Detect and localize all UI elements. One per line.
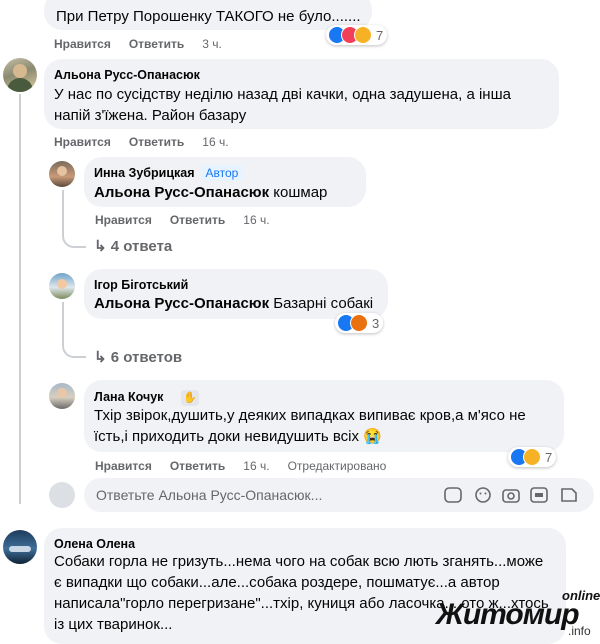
haha-icon — [354, 26, 372, 44]
avatar[interactable] — [49, 161, 75, 187]
view-replies-label: 4 ответа — [110, 238, 173, 255]
reply-button[interactable]: Ответить — [170, 213, 225, 227]
like-button[interactable]: Нравится — [54, 37, 111, 51]
avatar[interactable] — [3, 58, 37, 92]
comment-text: У нас по сусідству неділю назад дві качк… — [54, 86, 511, 124]
view-replies-link[interactable]: ↳ 6 ответов — [94, 348, 182, 366]
logo-suffix: .info — [568, 624, 591, 638]
comment-author[interactable]: Альона Русс-Опанасюк — [54, 68, 200, 82]
reaction-summary[interactable]: 7 — [326, 25, 388, 45]
wave-icon: ✋ — [180, 390, 199, 406]
gif-icon[interactable] — [530, 487, 548, 503]
reaction-count: 7 — [545, 449, 553, 465]
view-replies-link[interactable]: ↳ 4 ответа — [94, 237, 172, 255]
comment-actions: Нравится Ответить 3 ч. — [54, 37, 240, 51]
reply-button[interactable]: Ответить — [129, 37, 184, 51]
like-button[interactable]: Нравится — [54, 135, 111, 149]
comment-author[interactable]: Олена Олена — [54, 537, 135, 551]
comment-time[interactable]: 16 ч. — [202, 135, 228, 149]
reply-bubble: Инна Зубрицкая Автор Альона Русс-Опанасюк… — [84, 157, 366, 207]
reply-author: Лана Кочук ✋ — [94, 390, 199, 406]
thread-line — [19, 94, 21, 504]
reaction-count: 7 — [376, 27, 384, 43]
thread-line — [62, 302, 64, 340]
reply-actions: Нравится Ответить 16 ч. Отредактировано — [95, 459, 404, 473]
avatar[interactable] — [49, 273, 75, 299]
author-badge: Автор — [200, 165, 244, 181]
reply-text: Альона Русс-Опанасюк кошмар — [94, 182, 327, 203]
reply-bubble: Лана Кочук ✋ Тхір звірок,душить,у деяких… — [84, 380, 564, 452]
comment-bubble: Альона Русс-Опанасюк У нас по сусідству … — [44, 59, 559, 129]
thread-line — [62, 190, 64, 230]
reply-body: кошмар — [273, 184, 328, 201]
reaction-summary[interactable]: 7 — [508, 447, 557, 467]
composer-input[interactable]: Ответьте Альона Русс-Опанасюк... — [96, 487, 322, 503]
reply-composer[interactable]: Ответьте Альона Русс-Опанасюк... — [84, 478, 594, 512]
reply-button[interactable]: Ответить — [170, 459, 225, 473]
reply-author[interactable]: Ігор Біготський — [94, 278, 188, 292]
thread-connector — [62, 230, 86, 248]
mention-link[interactable]: Альона Русс-Опанасюк — [94, 295, 269, 312]
reply-text: Альона Русс-Опанасюк Базарні собакі — [94, 293, 373, 314]
reply-arrow-icon: ↳ — [94, 238, 107, 255]
view-replies-label: 6 ответов — [110, 349, 183, 366]
reply-time[interactable]: 16 ч. — [243, 459, 269, 473]
comment-actions: Нравится Ответить 16 ч. — [54, 135, 247, 149]
logo-main: Житомир — [436, 598, 580, 631]
angry-icon — [350, 314, 368, 332]
sticker-icon[interactable] — [444, 487, 462, 503]
emoji-icon[interactable] — [474, 487, 492, 503]
avatar[interactable] — [3, 530, 37, 564]
reply-author-name[interactable]: Инна Зубрицкая — [94, 166, 195, 180]
sticker2-icon[interactable] — [560, 487, 578, 503]
like-button[interactable]: Нравится — [95, 213, 152, 227]
reply-time[interactable]: 16 ч. — [243, 213, 269, 227]
reply-author-name[interactable]: Лана Кочук — [94, 390, 163, 404]
camera-icon[interactable] — [502, 487, 520, 503]
reply-actions: Нравится Ответить 16 ч. — [95, 213, 288, 227]
edited-label: Отредактировано — [287, 459, 387, 473]
wow-icon — [523, 448, 541, 466]
reaction-summary[interactable]: 3 — [335, 313, 384, 333]
reply-button[interactable]: Ответить — [129, 135, 184, 149]
reply-author: Инна Зубрицкая Автор — [94, 165, 244, 181]
reply-body: Базарні собакі — [273, 295, 374, 312]
thread-connector — [62, 340, 86, 358]
site-logo: online Житомир .info — [436, 588, 600, 640]
avatar[interactable] — [49, 383, 75, 409]
reply-body: Тхір звірок,душить,у деяких випадках вип… — [94, 407, 526, 445]
like-button[interactable]: Нравится — [95, 459, 152, 473]
reply-arrow-icon: ↳ — [94, 349, 107, 366]
reply-bubble: Ігор Біготський Альона Русс-Опанасюк Баз… — [84, 269, 388, 319]
composer-avatar — [49, 482, 75, 508]
comment-text: При Петру Порошенку ТАКОГО не було......… — [56, 8, 361, 25]
reaction-count: 3 — [372, 315, 380, 331]
comment-time[interactable]: 3 ч. — [202, 37, 222, 51]
mention-link[interactable]: Альона Русс-Опанасюк — [94, 184, 269, 201]
comment-bubble: При Петру Порошенку ТАКОГО не було......… — [44, 0, 372, 30]
